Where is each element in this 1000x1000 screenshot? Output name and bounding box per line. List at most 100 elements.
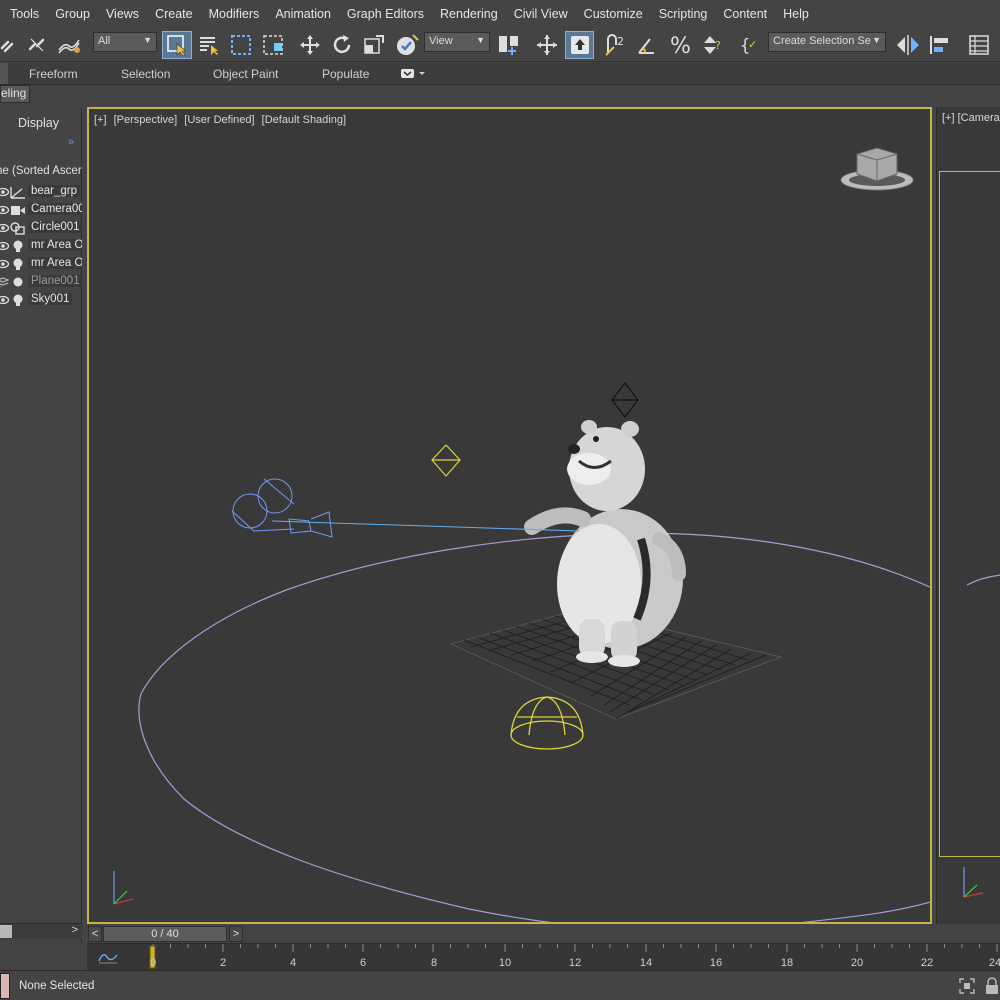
camera-viewport-canvas [963,574,1000,898]
menu-tools[interactable]: Tools [0,7,47,21]
explorer-row-bear-grp[interactable]: bear_grp [0,184,82,201]
explorer-item-label: bear_grp [28,185,81,197]
pivot-center-icon[interactable] [496,31,522,59]
eye-icon[interactable] [0,223,9,233]
reference-coordinate-value: View [429,35,453,47]
maxscript-listener-swatch[interactable] [0,973,10,999]
track-bar[interactable]: 0 2 4 6 8 10 12 14 16 18 20 22 24 [87,943,1000,970]
tab-object-paint[interactable]: Object Paint [213,67,278,81]
menu-content[interactable]: Content [715,7,775,21]
svg-text:✓: ✓ [748,38,757,51]
select-and-link-icon[interactable] [0,31,18,59]
track-tick-label: 6 [359,957,367,969]
menu-customize[interactable]: Customize [576,7,651,21]
track-tick-label: 20 [850,957,864,969]
scene-explorer-toggle-icon[interactable] [965,31,993,59]
explorer-display-title[interactable]: Display [18,116,59,130]
eye-icon[interactable] [0,187,9,197]
rotate-icon[interactable] [329,31,355,59]
dropdown-arrow-icon: ▼ [872,35,881,45]
explorer-row-sky[interactable]: Sky001 [0,292,82,309]
next-frame-arrow-icon[interactable]: > [229,926,243,942]
reference-coordinate-dropdown[interactable]: View ▼ [424,32,490,52]
menu-graph-editors[interactable]: Graph Editors [339,7,432,21]
tab-populate[interactable]: Populate [322,67,369,81]
eye-icon[interactable] [0,205,9,215]
lock-icon[interactable] [985,977,999,995]
time-slider[interactable]: 0 / 40 [103,926,227,942]
align-icon[interactable] [927,31,953,59]
percent-snap-icon[interactable]: % [667,31,695,59]
menu-views[interactable]: Views [98,7,147,21]
menu-bar: Tools Group Views Create Modifiers Anima… [0,0,1000,28]
eye-icon[interactable] [0,295,9,305]
track-tick-label: 24 [988,957,1000,969]
scroll-right-arrow-icon[interactable]: > [72,924,78,936]
shape-icon [10,222,25,235]
explorer-row-camera[interactable]: Camera001 [0,202,82,219]
explorer-horizontal-scrollbar[interactable]: > [0,923,82,939]
eye-icon[interactable] [0,259,9,269]
track-tick-label: 18 [780,957,794,969]
bear-model [524,420,686,667]
group-icon [10,187,25,199]
menu-group[interactable]: Group [47,7,98,21]
place-icon[interactable] [393,31,421,59]
svg-text:%: % [670,34,691,57]
track-tick-label: 14 [639,957,653,969]
main-toolbar: All ▼ View ▼ 2 % ? {✓ Create Selection … [0,28,1000,62]
ribbon-options-button[interactable] [401,68,427,80]
track-tick-label: 2 [219,957,227,969]
explorer-row-area-omni-1[interactable]: mr Area Omni001 [0,238,82,255]
explorer-item-label: Camera001 [28,203,82,215]
explorer-row-circle[interactable]: Circle001 [0,220,82,237]
select-by-name-icon[interactable] [196,31,222,59]
isolate-selection-icon[interactable] [958,977,976,995]
selection-filter-dropdown[interactable]: All ▼ [93,32,157,52]
scrollbar-thumb[interactable] [0,925,12,938]
track-tick-label: 4 [289,957,297,969]
layers-icon[interactable] [0,277,9,287]
bind-to-space-warp-icon[interactable] [56,31,82,59]
menu-create[interactable]: Create [147,7,201,21]
view-cube [840,147,914,191]
tab-selection[interactable]: Selection [121,67,170,81]
keyboard-shortcut-override-button[interactable] [565,31,594,59]
previous-frame-arrow-icon[interactable]: < [88,926,102,942]
unlink-icon[interactable] [25,31,49,59]
select-object-button[interactable] [162,31,192,59]
angle-snap-icon[interactable] [635,31,663,59]
track-tick-label: 12 [568,957,582,969]
svg-text:?: ? [715,39,721,52]
mirror-icon[interactable] [894,31,922,59]
geometry-icon [13,277,23,287]
camera-viewport[interactable]: [+] [Camera001] [936,107,1000,924]
spinner-snap-icon[interactable]: ? [699,31,727,59]
tab-freeform[interactable]: Freeform [29,67,78,81]
perspective-viewport[interactable]: [+] [Perspective] [User Defined] [Defaul… [87,107,932,924]
expand-chevron-icon[interactable]: » [68,136,74,148]
menu-help[interactable]: Help [775,7,817,21]
explorer-row-area-omni-2[interactable]: mr Area Omni002 [0,256,82,273]
explorer-column-header[interactable]: ne (Sorted Ascending) [0,165,82,181]
move-icon[interactable] [297,31,323,59]
ribbon-active-tab-edge[interactable] [0,63,8,84]
window-crossing-icon[interactable] [260,31,286,59]
modeling-panel-label: eling [1,86,27,100]
explorer-row-plane[interactable]: Plane001 [0,274,82,291]
menu-rendering[interactable]: Rendering [432,7,506,21]
menu-modifiers[interactable]: Modifiers [201,7,268,21]
modeling-panel-button[interactable]: eling [0,85,30,103]
select-manipulate-icon[interactable] [534,31,560,59]
menu-animation[interactable]: Animation [267,7,339,21]
create-selection-set-dropdown[interactable]: Create Selection Se ▼ [768,32,886,52]
menu-civil-view[interactable]: Civil View [506,7,576,21]
eye-icon[interactable] [0,241,9,251]
light-icon [13,240,23,252]
scale-icon[interactable] [361,31,387,59]
named-selection-sets-icon[interactable]: {✓ [737,31,763,59]
snaps-toggle-icon[interactable]: 2 [603,31,631,59]
rectangular-selection-icon[interactable] [228,31,254,59]
explorer-item-label: mr Area Omni001 [28,239,82,251]
menu-scripting[interactable]: Scripting [651,7,716,21]
